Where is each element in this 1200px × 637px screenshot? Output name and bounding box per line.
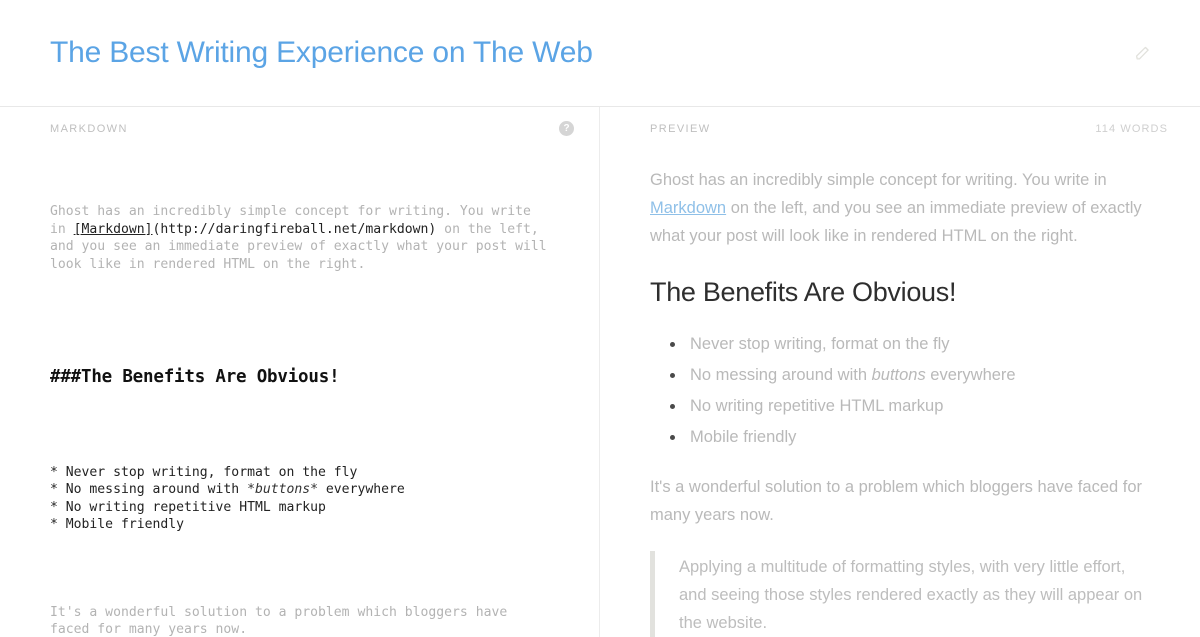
md-list-item-2-pre: * No messing around with (50, 482, 248, 497)
markdown-list-source: * Never stop writing, format on the fly *… (50, 464, 549, 534)
md-list-item-4: * Mobile friendly (50, 517, 185, 532)
title-bar: The Best Writing Experience on The Web (0, 0, 1200, 107)
list-item-text: Never stop writing, format on the fly (690, 335, 950, 354)
preview-pane: PREVIEW 114 WORDS Ghost has an incredibl… (600, 107, 1200, 637)
preview-heading: The Benefits Are Obvious! (650, 277, 957, 307)
preview-pane-header: PREVIEW 114 WORDS (600, 107, 1200, 150)
list-item-text-cont: everywhere (925, 366, 1016, 385)
markdown-pane-label: MARKDOWN (50, 122, 128, 135)
md-list-item-2-post: everywhere (318, 482, 405, 497)
preview-pane-label: PREVIEW (650, 122, 711, 135)
md-link-label: [Markdown] (73, 221, 153, 237)
markdown-paragraph-2: It's a wonderful solution to a problem w… (50, 604, 516, 637)
word-count-badge: 114 WORDS (1095, 122, 1168, 135)
list-item: Mobile friendly (670, 423, 1148, 451)
markdown-textarea[interactable]: Ghost has an incredibly simple concept f… (0, 150, 599, 637)
list-item-text: No messing around with (690, 366, 872, 385)
page-title[interactable]: The Best Writing Experience on The Web (50, 35, 593, 71)
markdown-heading-source: ###The Benefits Are Obvious! (50, 367, 340, 387)
list-item-text: No writing repetitive HTML markup (690, 397, 944, 416)
md-list-item-3: * No writing repetitive HTML markup (50, 499, 326, 515)
preview-blockquote-text: Applying a multitude of formatting style… (679, 558, 1143, 633)
list-item: No messing around with buttons everywher… (670, 361, 1148, 389)
preview-blockquote: Applying a multitude of formatting style… (650, 551, 1148, 637)
preview-markdown-link[interactable]: Markdown (650, 199, 726, 217)
md-link-url: (http://daringfireball.net/markdown) (152, 221, 437, 237)
pv-text: Ghost has an incredibly simple concept f… (650, 171, 1107, 189)
preview-list: Never stop writing, format on the fly No… (650, 330, 1148, 451)
list-item: No writing repetitive HTML markup (670, 392, 1148, 420)
preview-content: Ghost has an incredibly simple concept f… (600, 150, 1200, 637)
list-item-emphasis: buttons (871, 366, 926, 385)
titlebar-actions (1128, 39, 1156, 67)
markdown-editor-app: The Best Writing Experience on The Web M… (0, 0, 1200, 637)
md-list-item-1: * Never stop writing, format on the fly (50, 464, 358, 480)
markdown-paragraph-1: Ghost has an incredibly simple concept f… (50, 203, 549, 273)
markdown-pane: MARKDOWN ? Ghost has an incredibly simpl… (0, 107, 600, 637)
list-item: Never stop writing, format on the fly (670, 330, 1148, 358)
pencil-icon[interactable] (1128, 39, 1156, 67)
help-icon[interactable]: ? (559, 121, 574, 136)
markdown-pane-header: MARKDOWN ? (0, 107, 599, 150)
preview-paragraph-2: It's a wonderful solution to a problem w… (650, 478, 1143, 525)
editor-panes: MARKDOWN ? Ghost has an incredibly simpl… (0, 107, 1200, 637)
preview-paragraph-1: Ghost has an incredibly simple concept f… (650, 166, 1148, 250)
md-list-item-2-emphasis: *buttons* (247, 482, 319, 497)
list-item-text: Mobile friendly (690, 428, 797, 447)
